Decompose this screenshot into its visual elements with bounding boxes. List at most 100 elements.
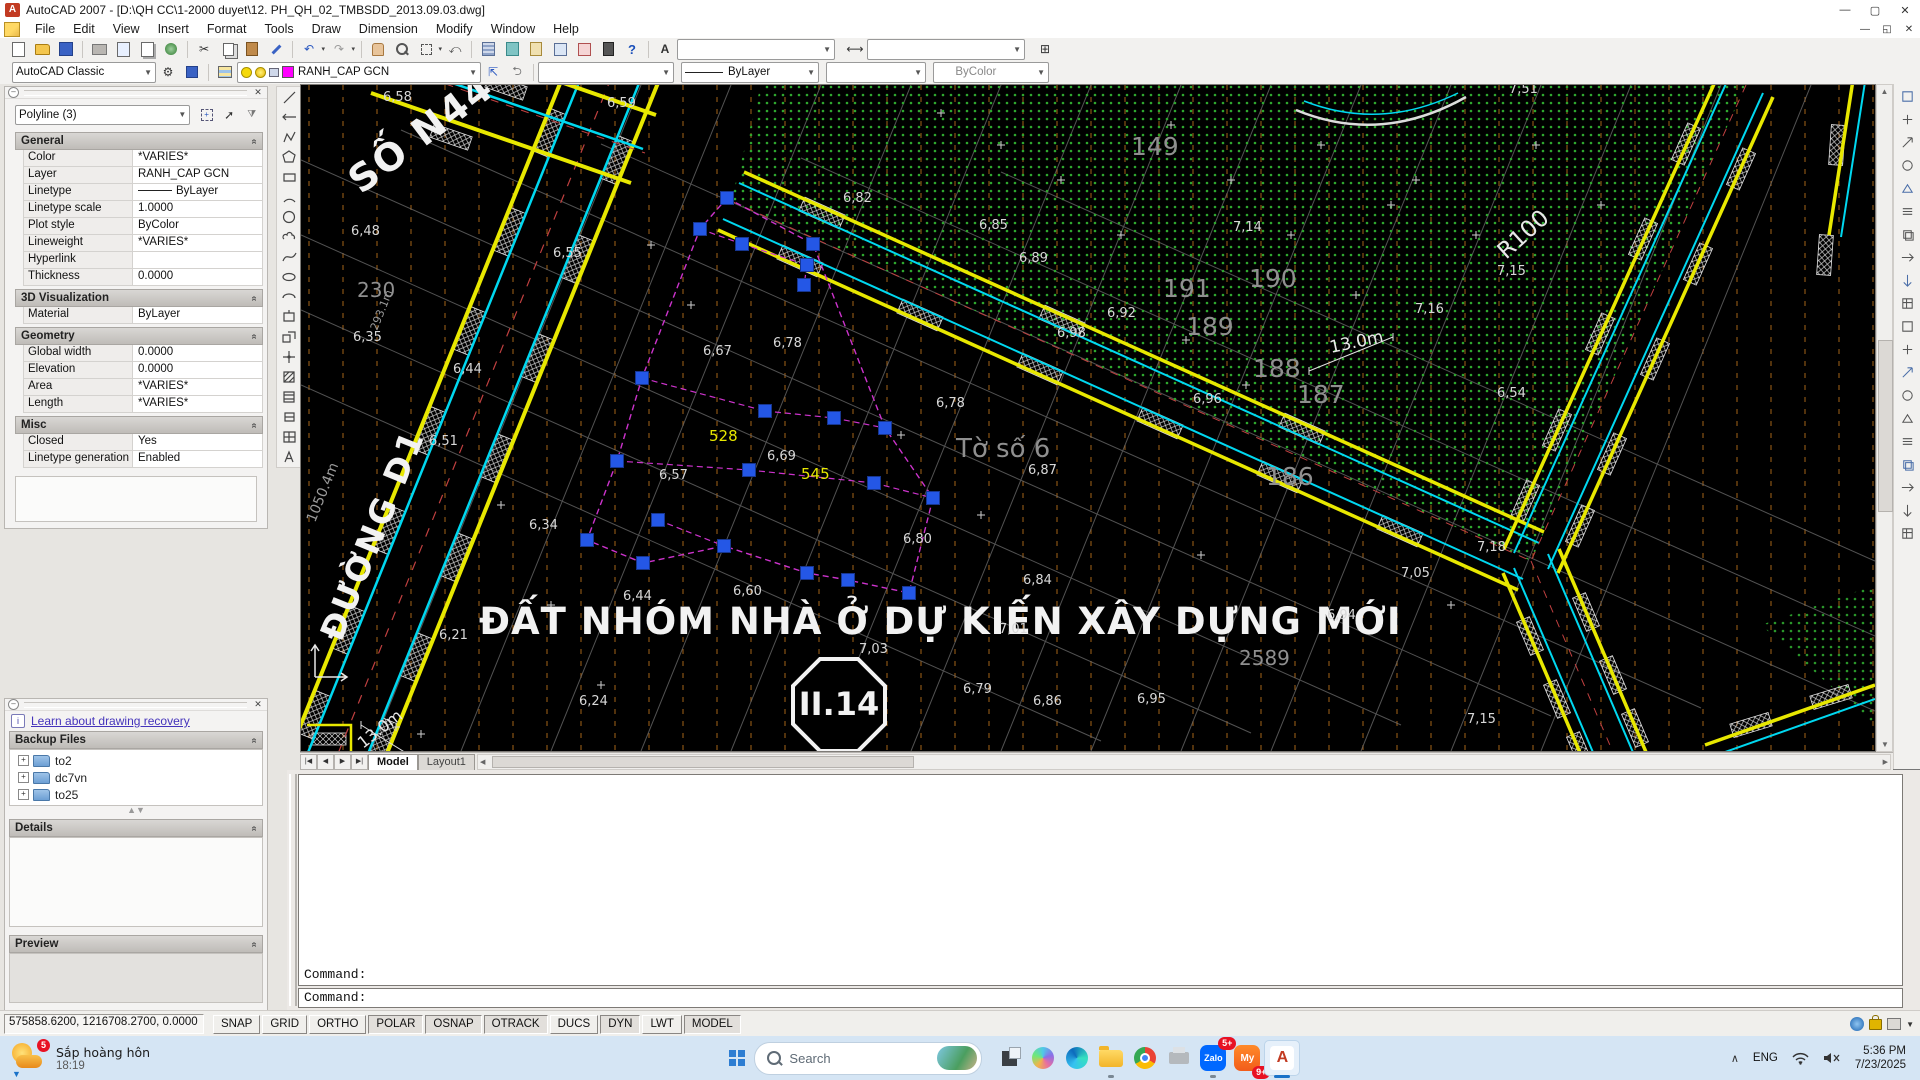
wifi-icon[interactable]	[1792, 1051, 1809, 1065]
grip-point[interactable]	[868, 477, 881, 490]
file-explorer-button[interactable]	[1094, 1041, 1128, 1075]
horizontal-scrollbar[interactable]: ◀ ▶	[477, 754, 1891, 770]
property-row[interactable]: Color*VARIES*	[23, 150, 263, 167]
designcenter-button[interactable]	[501, 39, 523, 60]
grip-point[interactable]	[652, 514, 665, 527]
mdi-restore-button[interactable]: ◱	[1876, 24, 1898, 35]
prev-tab-icon[interactable]: ◀	[317, 754, 334, 770]
linetype-combo[interactable]: ByLayer▼	[681, 62, 819, 83]
dock-tool-button-7[interactable]	[1896, 223, 1919, 245]
dock-tool-button-8[interactable]	[1896, 246, 1919, 268]
rectangle-button[interactable]	[278, 167, 299, 187]
color-combo[interactable]: ▼	[538, 62, 674, 83]
chevron-collapse-icon[interactable]: «	[249, 333, 260, 339]
grip-point[interactable]	[927, 492, 940, 505]
circle-button[interactable]	[278, 207, 299, 227]
property-row[interactable]: Lineweight*VARIES*	[23, 235, 263, 252]
last-tab-icon[interactable]: ▶|	[351, 754, 368, 770]
dock-tool-button-9[interactable]	[1896, 269, 1919, 291]
grip-point[interactable]	[581, 534, 594, 547]
grip-point[interactable]	[842, 574, 855, 587]
tray-chevron-icon[interactable]: ∧	[1731, 1052, 1739, 1065]
dock-tool-button-3[interactable]	[1896, 131, 1919, 153]
layer-lock-icon[interactable]	[269, 68, 279, 77]
markup-set-manager-button[interactable]	[573, 39, 595, 60]
make-block-button[interactable]	[278, 327, 299, 347]
grip-point[interactable]	[611, 455, 624, 468]
polyline-button[interactable]	[278, 127, 299, 147]
mdi-minimize-button[interactable]: —	[1854, 24, 1876, 35]
my-app-button[interactable]: My9+	[1230, 1041, 1264, 1075]
dock-tool-button-2[interactable]	[1896, 108, 1919, 130]
dock-tool-button-6[interactable]	[1896, 200, 1919, 222]
arc-button[interactable]	[278, 187, 299, 207]
command-history[interactable]: Command:	[298, 774, 1903, 986]
clock-widget[interactable]: 5:36 PM 7/23/2025	[1855, 1044, 1906, 1072]
grip-point[interactable]	[718, 540, 731, 553]
chevron-collapse-icon[interactable]: «	[249, 941, 260, 947]
property-value[interactable]: *VARIES*	[133, 396, 262, 412]
dock-tool-button-14[interactable]	[1896, 384, 1919, 406]
first-tab-icon[interactable]: |◀	[300, 754, 317, 770]
scroll-down-icon[interactable]: ▼	[1881, 740, 1889, 749]
dim-style-combo[interactable]: ▼	[867, 39, 1025, 60]
volume-muted-icon[interactable]	[1823, 1051, 1841, 1065]
ellipse-button[interactable]	[278, 267, 299, 287]
property-value[interactable]: 0.0000	[133, 362, 262, 378]
properties-palette-button[interactable]	[477, 39, 499, 60]
property-value[interactable]: *VARIES*	[133, 379, 262, 395]
grip-point[interactable]	[759, 405, 772, 418]
property-row[interactable]: Plot styleByColor	[23, 218, 263, 235]
panel-splitter[interactable]: ▲▼	[5, 806, 267, 816]
selection-type-combo[interactable]: Polyline (3)▼	[15, 105, 190, 125]
status-toggle-otrack[interactable]: OTRACK	[484, 1015, 548, 1034]
minimize-button[interactable]: —	[1830, 4, 1860, 17]
polygon-button[interactable]	[278, 147, 299, 167]
search-daily-image[interactable]	[937, 1046, 977, 1070]
plot-style-combo[interactable]: ByColor▼	[933, 62, 1049, 83]
undo-dropdown[interactable]: ▾	[321, 45, 325, 53]
dock-tool-button-4[interactable]	[1896, 154, 1919, 176]
status-toggle-dyn[interactable]: DYN	[600, 1015, 640, 1034]
help-button[interactable]: ?	[621, 39, 643, 60]
save-button[interactable]	[55, 39, 77, 60]
maximize-button[interactable]: ▢	[1860, 4, 1890, 17]
properties-close-icon[interactable]: ✕	[252, 87, 264, 98]
drawing-recovery-link[interactable]: Learn about drawing recovery	[31, 714, 190, 728]
redo-dropdown[interactable]: ▾	[351, 45, 355, 53]
layer-properties-manager-button[interactable]	[214, 62, 236, 83]
command-grab-bar[interactable]	[289, 774, 297, 1006]
section-header[interactable]: General«	[15, 132, 263, 150]
construction-line-button[interactable]	[278, 107, 299, 127]
backup-tree-item[interactable]: +to2	[10, 752, 262, 769]
scroll-right-icon[interactable]: ▶	[1883, 758, 1888, 766]
tool-palettes-button[interactable]	[525, 39, 547, 60]
chevron-collapse-icon[interactable]: «	[249, 295, 260, 301]
property-row[interactable]: LayerRANH_CAP GCN	[23, 167, 263, 184]
layer-on-bulb-icon[interactable]	[241, 67, 252, 78]
tab-layout1[interactable]: Layout1	[418, 754, 475, 770]
status-toggle-osnap[interactable]: OSNAP	[425, 1015, 481, 1034]
property-value[interactable]: Enabled	[133, 451, 262, 467]
spline-button[interactable]	[278, 247, 299, 267]
menu-dimension[interactable]: Dimension	[350, 20, 427, 38]
clean-screen-icon[interactable]	[1887, 1018, 1901, 1030]
communication-center-icon[interactable]	[1850, 1017, 1864, 1031]
vertical-scroll-thumb[interactable]	[1878, 340, 1893, 512]
line-button[interactable]	[278, 87, 299, 107]
vertical-scrollbar[interactable]: ▲ ▼	[1876, 84, 1893, 752]
property-row[interactable]: Length*VARIES*	[23, 396, 263, 413]
open-button[interactable]	[31, 39, 53, 60]
chevron-collapse-icon[interactable]: «	[249, 825, 260, 831]
dock-tool-button-12[interactable]	[1896, 338, 1919, 360]
paste-button[interactable]	[241, 39, 263, 60]
workspace-settings-button[interactable]: ⚙	[157, 62, 179, 83]
property-value[interactable]: ByColor	[133, 218, 262, 234]
menu-draw[interactable]: Draw	[303, 20, 350, 38]
text-style-combo[interactable]: ▼	[677, 39, 835, 60]
match-properties-button[interactable]	[265, 39, 287, 60]
property-value[interactable]: RANH_CAP GCN	[133, 167, 262, 183]
grip-point[interactable]	[637, 557, 650, 570]
text-style-button[interactable]: A	[654, 39, 676, 60]
quick-select-button[interactable]: ⧩	[241, 104, 262, 125]
